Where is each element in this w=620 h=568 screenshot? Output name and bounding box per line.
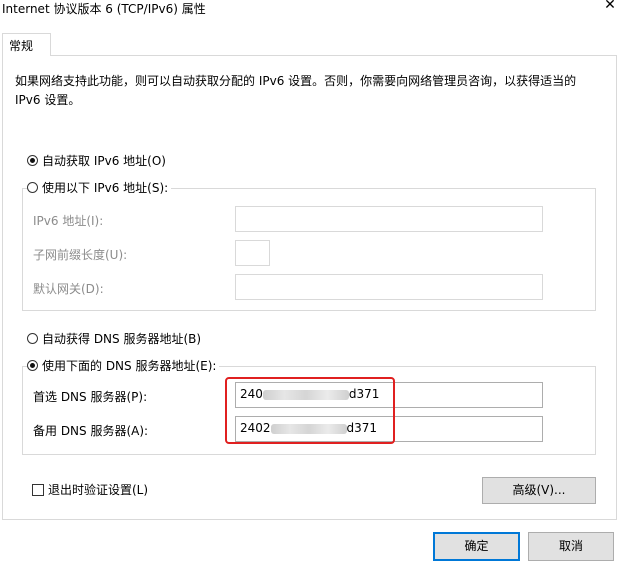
subnet-prefix-label: 子网前缀长度(U): (33, 248, 128, 262)
tab-general-label: 常规 (9, 39, 34, 53)
validate-option[interactable]: 退出时验证设置(L) (32, 481, 152, 498)
dns-auto-label: 自动获得 DNS 服务器地址(B) (42, 332, 202, 346)
dns-auto-option[interactable]: 自动获得 DNS 服务器地址(B) (27, 330, 205, 347)
validate-checkbox[interactable] (32, 483, 44, 496)
validate-label: 退出时验证设置(L) (48, 483, 149, 497)
close-icon[interactable]: ✕ (600, 0, 620, 13)
default-gateway-input[interactable] (235, 274, 543, 300)
cancel-button[interactable]: 取消 (528, 532, 614, 561)
tab-general[interactable]: 常规 (2, 33, 51, 56)
ipv6-address-label: IPv6 地址(I): (33, 214, 104, 228)
ipv6-auto-label: 自动获取 IPv6 地址(O) (42, 154, 166, 168)
advanced-button[interactable]: 高级(V)... (482, 477, 596, 504)
ipv6-auto-option[interactable]: 自动获取 IPv6 地址(O) (27, 152, 169, 169)
ipv6-manual-option[interactable]: 使用以下 IPv6 地址(S): (27, 179, 172, 196)
dns-auto-radio[interactable] (27, 333, 38, 344)
highlight-box (225, 377, 395, 444)
dns-manual-option[interactable]: 使用下面的 DNS 服务器地址(E): (27, 357, 220, 374)
ipv6-manual-radio[interactable] (27, 182, 38, 193)
subnet-prefix-input[interactable] (235, 240, 270, 266)
ok-button[interactable]: 确定 (433, 532, 520, 561)
ipv6-manual-label: 使用以下 IPv6 地址(S): (42, 181, 169, 195)
dns-manual-radio[interactable] (27, 360, 38, 371)
description-text: 如果网络支持此功能，则可以自动获取分配的 IPv6 设置。否则，你需要向网络管理… (15, 74, 577, 107)
preferred-dns-label: 首选 DNS 服务器(P): (33, 390, 148, 404)
alternate-dns-label: 备用 DNS 服务器(A): (33, 424, 149, 438)
window-title: Internet 协议版本 6 (TCP/IPv6) 属性 (2, 2, 206, 16)
default-gateway-label: 默认网关(D): (33, 282, 104, 296)
dns-manual-label: 使用下面的 DNS 服务器地址(E): (42, 359, 217, 373)
ipv6-auto-radio[interactable] (27, 155, 38, 166)
ipv6-address-input[interactable] (235, 206, 543, 232)
